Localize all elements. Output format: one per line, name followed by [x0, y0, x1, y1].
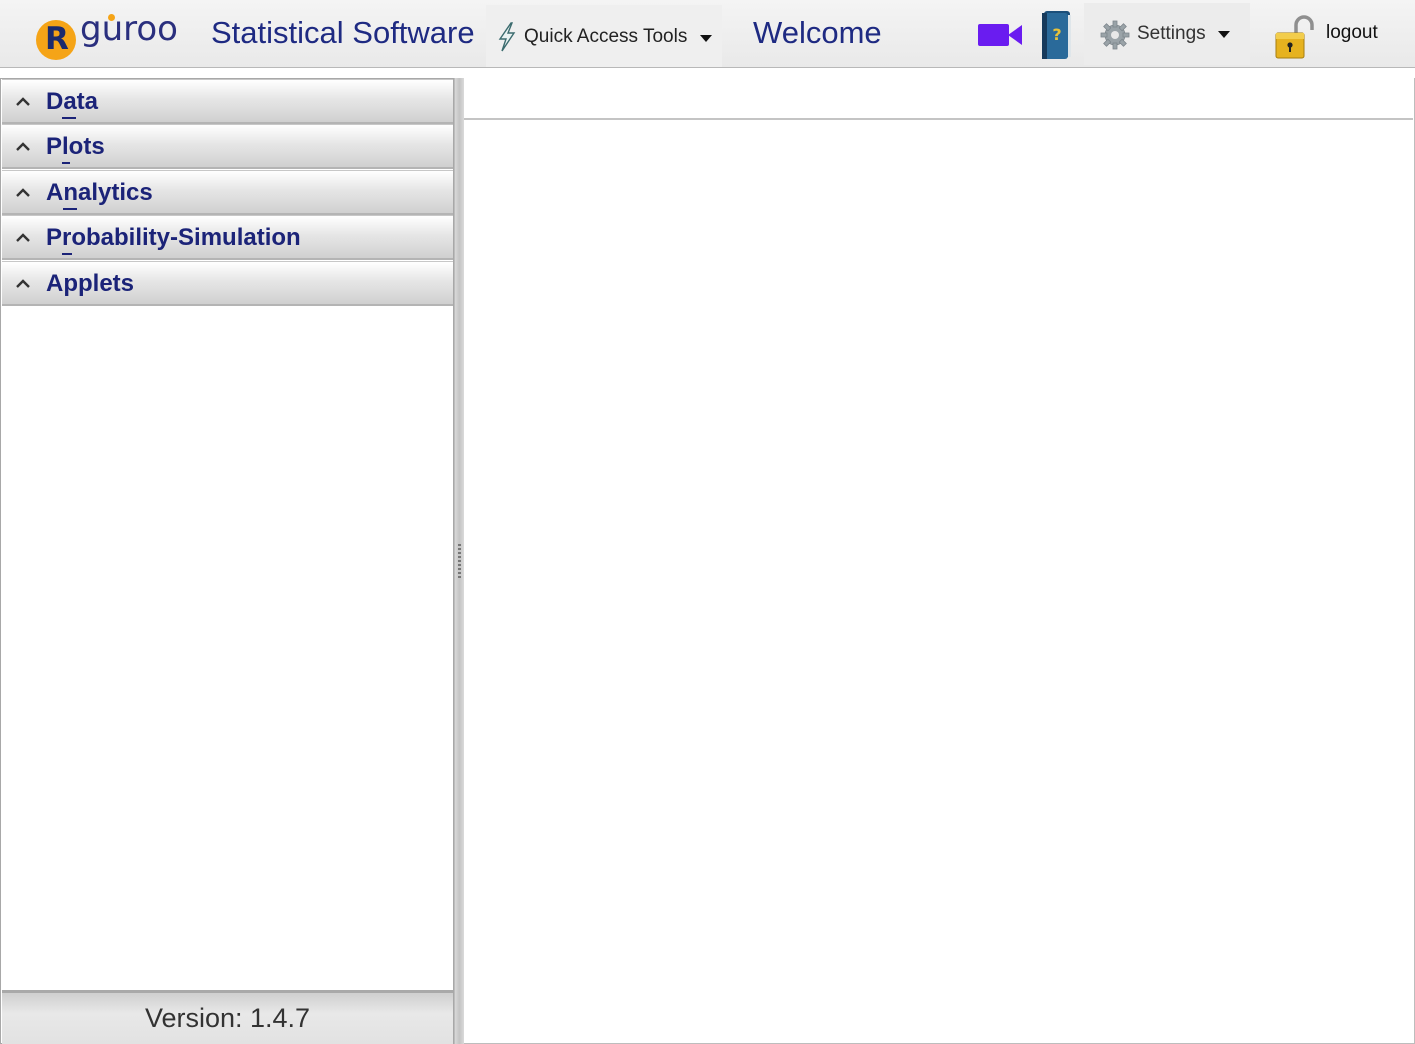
app-title: Statistical Software — [211, 15, 475, 50]
chevron-up-icon — [16, 233, 30, 242]
accordion-analytics-label: Analytics — [46, 179, 153, 206]
help-book-icon[interactable]: ? — [1038, 8, 1074, 60]
accordion-plots[interactable]: Plots — [2, 124, 453, 169]
gear-icon — [1100, 20, 1130, 50]
quick-access-tools-menu[interactable]: Quick Access Tools — [486, 5, 722, 67]
svg-text:?: ? — [1052, 25, 1061, 44]
accordion-applets[interactable]: Applets — [2, 261, 453, 306]
top-header: R guroo Statistical Software Quick Acces… — [0, 0, 1415, 68]
logout-button[interactable]: logout — [1270, 10, 1400, 60]
logo-letter: R — [45, 21, 69, 57]
panel-splitter[interactable] — [454, 78, 464, 1044]
accordion-probability-simulation-label: Probability-Simulation — [46, 224, 301, 251]
accordion-probability-simulation[interactable]: Probability-Simulation — [2, 215, 453, 260]
main-content-panel — [464, 78, 1415, 1044]
accordion-plots-label: Plots — [46, 133, 105, 160]
version-label: Version: 1.4.7 — [144, 1003, 311, 1033]
chevron-down-icon — [700, 35, 712, 42]
logo-text: guroo — [80, 9, 178, 49]
accordion-data[interactable]: Data — [2, 79, 453, 124]
accordion-analytics[interactable]: Analytics — [2, 170, 453, 215]
accordion-data-label: Data — [46, 88, 99, 115]
settings-label: Settings — [1137, 23, 1206, 44]
splitter-grip-handle[interactable] — [458, 544, 461, 578]
video-camera-icon[interactable] — [978, 22, 1022, 48]
version-bar: Version: 1.4.7 — [2, 990, 453, 1044]
welcome-text: Welcome — [753, 15, 882, 50]
logo-r-badge: R — [36, 20, 76, 60]
chevron-up-icon — [16, 97, 30, 106]
mnemonic-underline — [62, 117, 76, 119]
mnemonic-underline — [62, 162, 70, 164]
settings-menu[interactable]: Settings — [1084, 3, 1250, 65]
main-workspace — [464, 120, 1413, 1042]
accordion-applets-label: Applets — [46, 270, 135, 297]
chevron-up-icon — [16, 142, 30, 151]
chevron-up-icon — [16, 188, 30, 197]
rguroo-logo: R guroo — [36, 9, 186, 62]
unlocked-padlock-icon — [1275, 15, 1314, 59]
chevron-down-icon — [1218, 31, 1230, 38]
logout-label: logout — [1326, 22, 1378, 43]
mnemonic-underline — [62, 253, 72, 255]
quick-access-label: Quick Access Tools — [524, 26, 688, 47]
lightning-icon — [498, 22, 516, 52]
chevron-up-icon — [16, 279, 30, 288]
logo-dot — [108, 14, 115, 21]
mnemonic-underline — [63, 208, 77, 210]
sidebar: Data Plots Analytics Probability-Simulat… — [0, 78, 454, 1044]
main-tab-bar — [464, 78, 1413, 120]
